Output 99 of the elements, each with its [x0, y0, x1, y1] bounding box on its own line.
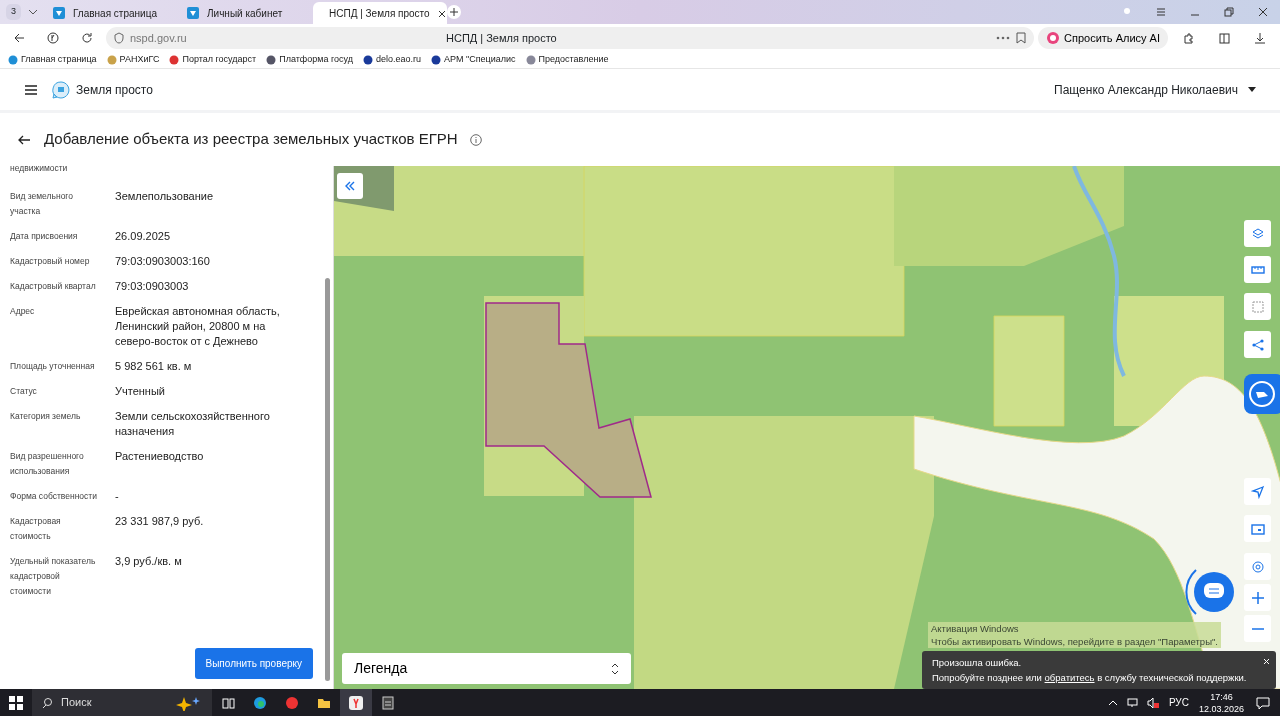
field-value: 79:03:0903003 — [115, 279, 189, 294]
close-icon[interactable] — [437, 9, 446, 18]
back-icon[interactable] — [18, 134, 30, 145]
search-icon — [42, 697, 53, 708]
check-button[interactable]: Выполнить проверку — [194, 648, 313, 679]
site-icon — [525, 55, 536, 65]
support-link[interactable]: обратитесь — [1044, 672, 1095, 683]
field-label: недвижимости — [10, 166, 69, 175]
site-icon — [363, 55, 373, 65]
tab-count-badge[interactable]: 3 — [6, 4, 21, 20]
field-value: 3,9 руб./кв. м — [115, 554, 182, 569]
layers-icon[interactable] — [1250, 226, 1265, 241]
bookmark-link[interactable]: РАНХиГС — [106, 53, 160, 67]
sort-caret-icon — [611, 663, 619, 676]
clock-time[interactable]: 17:46 — [1198, 690, 1244, 703]
shield-icon — [114, 32, 124, 44]
address-bar[interactable]: nspd.gov.ru НСПД | Земля просто — [106, 27, 1035, 49]
field-value: Растениеводство — [115, 449, 204, 464]
extensions-icon[interactable] — [1182, 32, 1194, 44]
notification-icon[interactable] — [1256, 696, 1270, 711]
caret-icon[interactable] — [1248, 87, 1256, 92]
sidebar-icon[interactable] — [1218, 32, 1230, 44]
taskbar-search[interactable]: Поиск — [32, 689, 212, 716]
clock-date[interactable]: 12.03.2026 — [1198, 702, 1244, 715]
target-icon[interactable] — [1250, 559, 1265, 574]
site-icon — [187, 7, 199, 19]
sparkle-icon — [176, 695, 202, 712]
field-label: Статус — [10, 385, 38, 398]
field-label: Адрес — [10, 305, 36, 318]
activation-text: Чтобы активировать Windows, перейдите в раздел "Параметры". — [931, 635, 1218, 648]
browser-tab[interactable]: Главная страница — [45, 2, 179, 24]
field-value: 23 331 987,9 руб. — [115, 514, 204, 529]
alice-icon — [1046, 31, 1061, 45]
error-title: Произошла ошибка. — [932, 656, 1023, 670]
zoom-in-icon[interactable] — [1250, 590, 1265, 605]
field-value: Учтенный — [115, 384, 165, 399]
field-value: - — [115, 489, 119, 504]
download-icon[interactable] — [1254, 32, 1266, 44]
bookmark-link[interactable]: АРМ "Специалис — [431, 53, 516, 67]
page-heading: Добавление объекта из реестра земельных участков ЕГРН — [44, 129, 458, 150]
field-value: 26.09.2025 — [115, 229, 171, 244]
yandex-icon[interactable] — [47, 32, 59, 44]
bookmark-icon[interactable] — [1016, 32, 1027, 44]
page-title: НСПД | Земля просто — [446, 30, 558, 46]
info-icon[interactable] — [469, 133, 482, 146]
field-label: Вид разрешенного использования — [10, 450, 85, 478]
task-view-icon[interactable] — [221, 695, 235, 710]
site-icon — [169, 55, 180, 65]
feedback-icon[interactable] — [1244, 374, 1280, 414]
browser-tab[interactable]: Личный кабинет — [179, 2, 313, 24]
language-indicator[interactable]: РУС — [1168, 695, 1189, 710]
logo-icon — [52, 80, 70, 99]
field-value: 5 982 561 кв. м — [115, 359, 192, 374]
speaker-muted-icon[interactable] — [1146, 697, 1159, 710]
activation-title: Активация Windows — [931, 622, 1020, 635]
site-icon — [8, 55, 18, 65]
field-label: Удельный показатель кадастровой стоимости — [10, 555, 97, 598]
legend-dropdown[interactable]: Легенда — [342, 653, 631, 684]
field-label: Дата присвоения — [10, 230, 79, 243]
site-icon — [106, 55, 117, 65]
field-value: Земли сельскохозяйственного назначения — [115, 409, 271, 439]
site-icon — [431, 55, 442, 65]
close-icon[interactable] — [1257, 6, 1269, 18]
field-value: Землепользование — [115, 189, 214, 204]
field-label: Вид земельного участка — [10, 190, 74, 218]
error-message: Попробуйте позднее или обратитесь в службу технической поддержки. — [932, 671, 1248, 685]
reload-icon[interactable] — [81, 32, 93, 44]
back-icon[interactable] — [13, 32, 25, 44]
field-label: Кадастровая стоимость — [10, 515, 62, 543]
menu-icon[interactable] — [24, 83, 38, 96]
windows-icon[interactable] — [9, 695, 23, 710]
field-label: Категория земель — [10, 410, 82, 423]
field-label: Кадастровый номер — [10, 255, 91, 268]
bookmark-link[interactable]: Главная страница — [8, 53, 97, 67]
yandex-icon[interactable] — [349, 695, 363, 710]
restore-icon[interactable] — [1223, 6, 1235, 18]
bookmark-link[interactable]: Предоставление — [525, 53, 609, 67]
site-icon — [53, 7, 65, 19]
user-name[interactable]: Пащенко Александр Николаевич — [1054, 80, 1238, 99]
alice-button[interactable]: Спросить Алису AI — [1038, 27, 1168, 49]
frame-icon[interactable] — [1250, 521, 1265, 536]
logo-text[interactable]: Земля просто — [76, 80, 153, 99]
more-icon[interactable] — [996, 36, 1011, 40]
share-icon[interactable] — [1250, 337, 1265, 352]
bookmark-link[interactable]: Портал государст — [169, 53, 257, 67]
bookmark-link[interactable]: delo.eao.ru — [363, 53, 422, 67]
field-label: Площадь уточненная — [10, 360, 96, 373]
field-value: Еврейская автономная область, Ленинский район, 20800 м на северо-восток от с Дежнево — [115, 304, 281, 349]
site-icon — [266, 55, 277, 65]
double-chevron-left-icon[interactable] — [345, 181, 355, 191]
navigation-arrow-icon[interactable] — [1250, 484, 1265, 499]
address-text[interactable]: nspd.gov.ru — [130, 29, 187, 47]
calculator-icon[interactable] — [381, 695, 395, 710]
chevron-down-icon[interactable] — [28, 9, 38, 15]
browser-tab[interactable]: НСПД | Земля просто — [313, 2, 447, 24]
bookmark-link[interactable]: Платформа госуд — [266, 53, 353, 67]
field-label: Форма собственности — [10, 490, 98, 503]
field-value: 79:03:0903003:160 — [115, 254, 210, 269]
field-label: Кадастровый квартал — [10, 280, 97, 293]
